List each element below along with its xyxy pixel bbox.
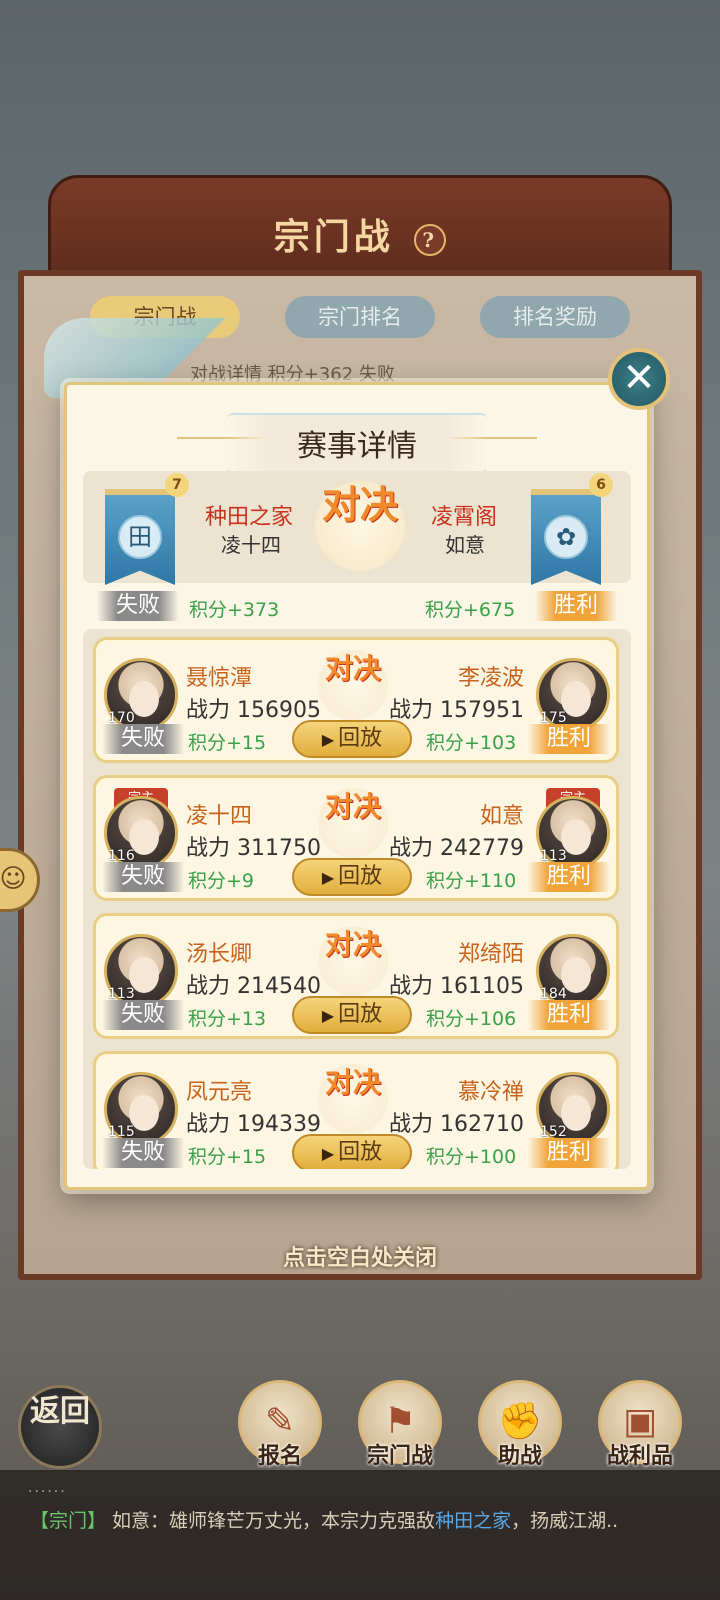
back-button[interactable]: 返回	[18, 1385, 102, 1469]
match-card: 170 聂惊潭 战力 156905 对决 李凌波 战力 157951 175 失…	[93, 637, 619, 763]
replay-button[interactable]: ▶ 回放	[292, 996, 412, 1034]
match-card: 115 凤元亮 战力 194339 对决 慕冷禅 战力 162710 152 失…	[93, 1051, 619, 1169]
nav-label: 助战	[497, 1444, 542, 1469]
clan-left-score: 积分+373	[189, 599, 280, 621]
replay-label: 回放	[338, 864, 383, 889]
clan-left-rank-badge: 7	[165, 473, 189, 497]
player-right-score: 积分+106	[426, 1008, 517, 1030]
chat-channel-tag: 【宗门】	[30, 1510, 107, 1532]
player-left-score: 积分+13	[188, 1008, 267, 1030]
clan-versus-header: 田 7 种田之家 凌十四 对决 凌霄阁 如意 ✿ 6	[83, 471, 631, 585]
page-title: 宗门战 ?	[0, 208, 720, 260]
player-right-power: 战力 162710	[389, 1112, 524, 1137]
replay-button[interactable]: ▶ 回放	[292, 858, 412, 896]
clan-left-leader: 凌十四	[221, 533, 281, 557]
player-right-score: 积分+110	[426, 870, 517, 892]
player-right-power: 战力 161105	[389, 974, 524, 999]
close-hint: 点击空白处关闭	[282, 1245, 437, 1271]
replay-label: 回放	[338, 1140, 383, 1165]
result-lose-badge: 失败	[102, 1138, 184, 1168]
dialog-title: 赛事详情	[227, 413, 487, 473]
player-right-power: 战力 157951	[389, 698, 524, 723]
tab-sect-ranking[interactable]: 宗门排名	[285, 296, 435, 338]
clan-right-result: 胜利	[535, 591, 617, 621]
chat-message[interactable]: 【宗门】 如意：雄师锋芒万丈光，本宗力克强敌种田之家，扬威江湖..	[0, 1500, 720, 1542]
nav-loot[interactable]: ▣ 战利品	[590, 1380, 690, 1469]
result-win-badge: 胜利	[528, 724, 610, 754]
clan-left-result: 失败	[97, 591, 179, 621]
play-icon: ▶	[321, 730, 335, 749]
versus-emblem: 对决	[318, 788, 388, 858]
player-right-power: 战力 242779	[389, 836, 524, 861]
player-right-score: 积分+100	[426, 1146, 517, 1168]
nav-label: 战利品	[606, 1444, 673, 1469]
match-card: 113 汤长卿 战力 214540 对决 郑绮陌 战力 161105 184 失…	[93, 913, 619, 1039]
versus-emblem: 对决	[318, 650, 388, 720]
result-win-badge: 胜利	[528, 1138, 610, 1168]
result-lose-badge: 失败	[102, 1000, 184, 1030]
match-list[interactable]: 170 聂惊潭 战力 156905 对决 李凌波 战力 157951 175 失…	[83, 629, 631, 1169]
clan-left-banner: 田	[105, 489, 175, 585]
clan-right-leader: 如意	[445, 533, 485, 557]
result-lose-badge: 失败	[102, 724, 184, 754]
player-right-name: 李凌波	[457, 666, 524, 691]
player-left-name: 凌十四	[186, 804, 253, 829]
result-lose-badge: 失败	[102, 862, 184, 892]
player-left-name: 聂惊潭	[186, 666, 253, 691]
player-left-name: 汤长卿	[186, 942, 253, 967]
clan-right-name: 凌霄阁	[431, 505, 498, 530]
chat-text-end: ，扬威江湖..	[511, 1510, 619, 1532]
player-left-score: 积分+9	[188, 870, 255, 892]
player-right-name: 如意	[479, 804, 524, 829]
nav-signup[interactable]: ✎ 报名	[230, 1380, 330, 1469]
chat-highlight[interactable]: 种田之家	[435, 1510, 511, 1532]
replay-label: 回放	[338, 1002, 383, 1027]
chat-text: 如意：雄师锋芒万丈光，本宗力克强敌	[106, 1510, 436, 1532]
versus-emblem: 对决	[318, 926, 388, 996]
player-left-score: 积分+15	[188, 732, 267, 754]
player-left-name: 凤元亮	[186, 1080, 253, 1105]
clan-left-name: 种田之家	[205, 505, 294, 530]
bottom-nav: ✎ 报名 ⚑ 宗门战 ✊ 助战 ▣ 战利品	[230, 1380, 690, 1469]
versus-emblem: 对决	[318, 1064, 388, 1134]
player-left-score: 积分+15	[188, 1146, 267, 1168]
close-icon[interactable]: ✕	[608, 348, 670, 410]
clan-right-rank-badge: 6	[589, 473, 613, 497]
replay-label: 回放	[338, 726, 383, 751]
result-win-badge: 胜利	[528, 862, 610, 892]
player-right-score: 积分+103	[426, 732, 517, 754]
match-card: 宗主 116 凌十四 战力 311750 对决 如意 战力 242779 宗主 …	[93, 775, 619, 901]
play-icon: ▶	[321, 1144, 335, 1163]
clan-left-emblem: 田	[118, 515, 162, 559]
tab-ranking-rewards[interactable]: 排名奖励	[480, 296, 630, 338]
replay-button[interactable]: ▶ 回放	[292, 720, 412, 758]
replay-button[interactable]: ▶ 回放	[292, 1134, 412, 1169]
lotus-icon: ✿	[544, 515, 588, 559]
clan-right-score: 积分+675	[425, 599, 516, 621]
result-win-badge: 胜利	[528, 1000, 610, 1030]
clan-right-banner: ✿	[531, 489, 601, 585]
page-title-text: 宗门战	[273, 216, 394, 258]
player-left-power: 战力 311750	[186, 836, 321, 861]
nav-assist[interactable]: ✊ 助战	[470, 1380, 570, 1469]
nav-sect-battle[interactable]: ⚑ 宗门战	[350, 1380, 450, 1469]
clan-result-row: 失败 积分+373 积分+675 胜利	[97, 591, 617, 621]
match-detail-dialog: 赛事详情 田 7 种田之家 凌十四 对决 凌霄阁 如意 ✿ 6 失败 积分+37…	[64, 382, 650, 1190]
player-left-power: 战力 156905	[186, 698, 321, 723]
player-right-name: 慕冷禅	[457, 1080, 524, 1105]
help-icon[interactable]: ?	[414, 224, 447, 256]
player-right-name: 郑绮陌	[457, 942, 524, 967]
nav-label: 报名	[257, 1444, 302, 1469]
player-left-power: 战力 214540	[186, 974, 321, 999]
nav-label: 宗门战	[366, 1444, 433, 1469]
play-icon: ▶	[321, 1006, 335, 1025]
play-icon: ▶	[321, 868, 335, 887]
chat-expand-dots[interactable]: ......	[28, 1480, 67, 1496]
player-left-power: 战力 194339	[186, 1112, 321, 1137]
versus-emblem: 对决	[315, 481, 405, 571]
